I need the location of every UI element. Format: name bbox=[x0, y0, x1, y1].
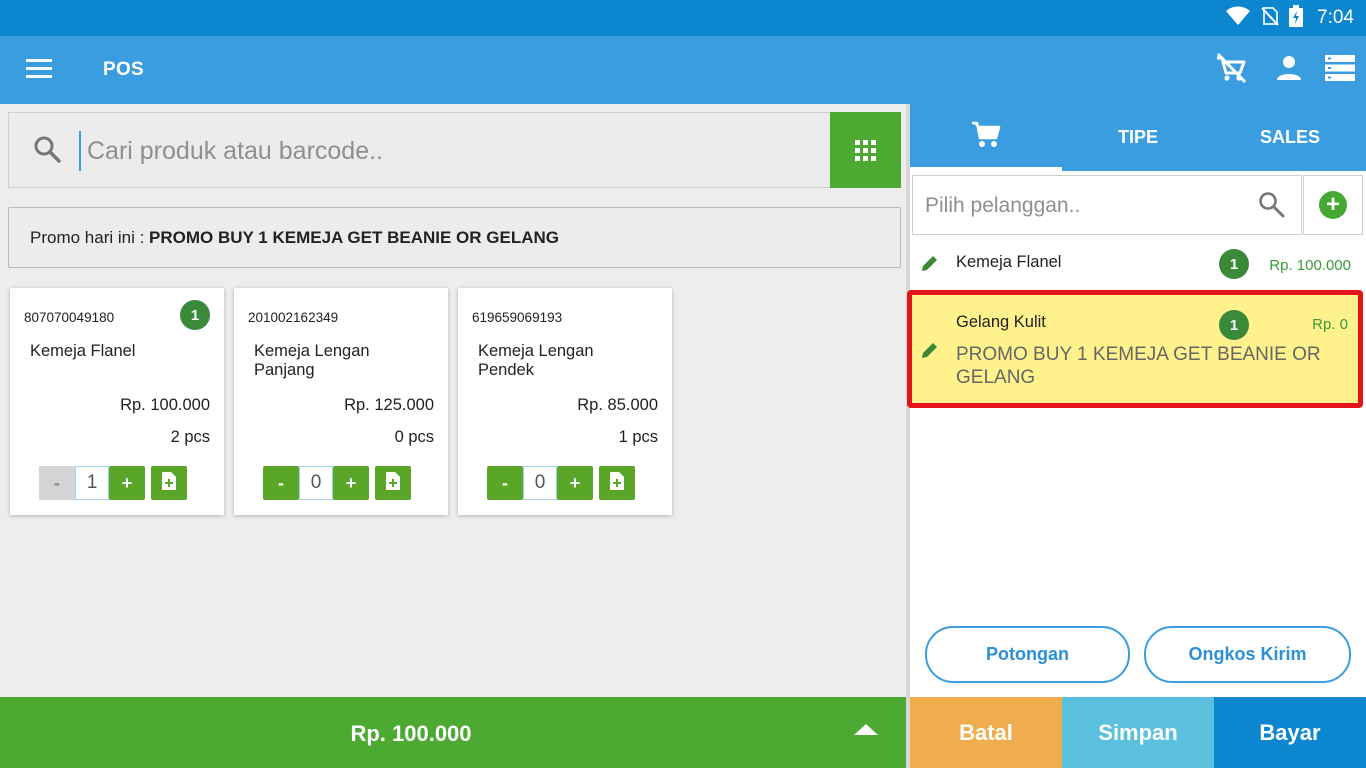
product-price: Rp. 85.000 bbox=[577, 396, 658, 414]
customer-search-input[interactable] bbox=[925, 188, 1245, 224]
discount-button[interactable]: Potongan bbox=[925, 626, 1130, 683]
product-name: Kemeja Lengan Pendek bbox=[478, 342, 594, 379]
order-item-price: Rp. 0 bbox=[1312, 316, 1348, 333]
product-stock: 0 pcs bbox=[394, 428, 434, 446]
pay-button[interactable]: Bayar bbox=[1214, 697, 1366, 768]
shipping-cost-button[interactable]: Ongkos Kirim bbox=[1144, 626, 1351, 683]
tab-cart[interactable] bbox=[910, 104, 1062, 171]
person-icon bbox=[1275, 54, 1303, 87]
tab-sales[interactable]: SALES bbox=[1214, 104, 1366, 171]
product-search-input[interactable] bbox=[79, 131, 799, 171]
quantity-stepper: - 0 + bbox=[487, 466, 593, 500]
order-item-qty-badge: 1 bbox=[1219, 249, 1249, 279]
product-price: Rp. 125.000 bbox=[344, 396, 434, 414]
product-price: Rp. 100.000 bbox=[120, 396, 210, 414]
increase-button[interactable]: + bbox=[557, 466, 593, 500]
add-customer-button[interactable]: + bbox=[1303, 175, 1363, 235]
product-card[interactable]: 619659069193 Kemeja Lengan Pendek Rp. 85… bbox=[458, 288, 672, 515]
product-search-box bbox=[8, 112, 830, 188]
customer-search-box bbox=[912, 175, 1302, 235]
battery-icon bbox=[1289, 4, 1304, 32]
order-item-highlighted[interactable]: Gelang Kulit 1 Rp. 0 PROMO BUY 1 KEMEJA … bbox=[907, 290, 1363, 408]
add-note-button[interactable] bbox=[375, 466, 411, 500]
decrease-button[interactable]: - bbox=[487, 466, 523, 500]
hamburger-icon bbox=[22, 59, 58, 78]
search-icon bbox=[33, 135, 63, 170]
edit-icon[interactable] bbox=[920, 253, 940, 278]
tab-tipe[interactable]: TIPE bbox=[1062, 104, 1214, 171]
clear-cart-button[interactable] bbox=[1213, 52, 1249, 88]
storage-icon bbox=[1324, 54, 1356, 87]
shopping-cart-icon bbox=[970, 120, 1002, 155]
status-icons: 7:04 bbox=[1225, 0, 1354, 36]
order-item-qty-badge: 1 bbox=[1219, 310, 1249, 340]
status-time: 7:04 bbox=[1317, 7, 1354, 28]
save-button[interactable]: Simpan bbox=[1062, 697, 1214, 768]
product-stock: 1 pcs bbox=[618, 428, 658, 446]
expand-up-icon bbox=[854, 724, 878, 735]
order-item-promo: PROMO BUY 1 KEMEJA GET BEANIE OR GELANG bbox=[956, 344, 1321, 388]
no-sim-icon bbox=[1261, 6, 1279, 31]
total-bar[interactable]: Rp. 100.000 bbox=[0, 697, 909, 768]
cart-tabs: TIPE SALES bbox=[910, 104, 1366, 171]
total-amount: Rp. 100.000 bbox=[350, 721, 472, 746]
note-add-icon bbox=[385, 471, 401, 496]
product-barcode: 201002162349 bbox=[248, 310, 339, 325]
status-bar: 7:04 bbox=[0, 0, 1366, 36]
promo-banner: Promo hari ini : PROMO BUY 1 KEMEJA GET … bbox=[8, 207, 901, 268]
product-barcode: 619659069193 bbox=[472, 310, 563, 325]
cart-panel: TIPE SALES + Kemeja Flanel 1 Rp. 100.000… bbox=[907, 104, 1366, 768]
increase-button[interactable]: + bbox=[333, 466, 369, 500]
promo-name: PROMO BUY 1 KEMEJA GET BEANIE OR GELANG bbox=[149, 227, 559, 247]
app-bar: POS bbox=[0, 36, 1366, 104]
add-note-button[interactable] bbox=[599, 466, 635, 500]
note-add-icon bbox=[609, 471, 625, 496]
order-item-price: Rp. 100.000 bbox=[1269, 257, 1351, 274]
product-card[interactable]: 201002162349 Kemeja Lengan Panjang Rp. 1… bbox=[234, 288, 448, 515]
cart-count-badge: 1 bbox=[180, 300, 210, 330]
note-add-icon bbox=[161, 471, 177, 496]
product-stock: 2 pcs bbox=[170, 428, 210, 446]
decrease-button[interactable]: - bbox=[39, 466, 75, 500]
user-button[interactable] bbox=[1271, 52, 1307, 88]
quantity-stepper: - 0 + bbox=[263, 466, 369, 500]
product-name: Kemeja Lengan Panjang bbox=[254, 342, 370, 379]
add-note-button[interactable] bbox=[151, 466, 187, 500]
order-item-name: Gelang Kulit bbox=[956, 313, 1046, 331]
menu-button[interactable] bbox=[22, 56, 58, 86]
remove-shopping-cart-icon bbox=[1214, 51, 1248, 90]
quantity-value[interactable]: 0 bbox=[523, 466, 557, 500]
product-name: Kemeja Flanel bbox=[30, 342, 136, 360]
wifi-icon bbox=[1225, 6, 1251, 31]
decrease-button[interactable]: - bbox=[263, 466, 299, 500]
promo-prefix: Promo hari ini : bbox=[30, 227, 150, 247]
apps-grid-icon bbox=[855, 139, 876, 161]
add-circle-icon: + bbox=[1319, 191, 1347, 219]
product-barcode: 807070049180 bbox=[24, 310, 115, 325]
quantity-stepper: - 1 + bbox=[39, 466, 145, 500]
server-list-button[interactable] bbox=[1322, 52, 1358, 88]
edit-icon[interactable] bbox=[920, 340, 940, 365]
increase-button[interactable]: + bbox=[109, 466, 145, 500]
grid-view-button[interactable] bbox=[830, 112, 901, 188]
quantity-value[interactable]: 1 bbox=[75, 466, 109, 500]
quantity-value[interactable]: 0 bbox=[299, 466, 333, 500]
cancel-button[interactable]: Batal bbox=[910, 697, 1062, 768]
app-title: POS bbox=[103, 59, 145, 80]
search-icon[interactable] bbox=[1258, 191, 1286, 224]
product-card[interactable]: 807070049180 1 Kemeja Flanel Rp. 100.000… bbox=[10, 288, 224, 515]
order-item[interactable]: Kemeja Flanel 1 Rp. 100.000 bbox=[910, 239, 1366, 289]
order-item-name: Kemeja Flanel bbox=[956, 253, 1062, 271]
